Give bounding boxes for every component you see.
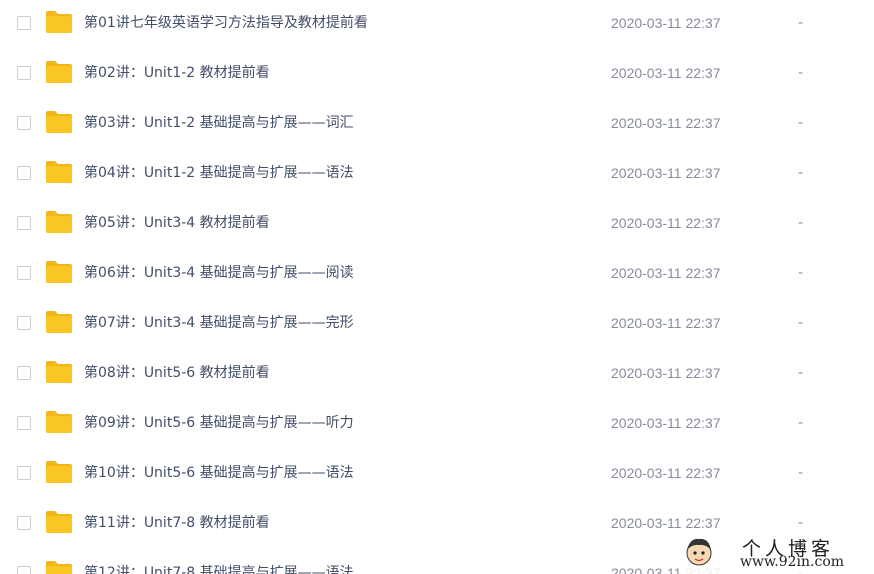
folder-icon [46,111,72,133]
folder-icon [46,61,72,83]
file-name[interactable]: 第08讲：Unit5-6 教材提前看 [84,364,270,382]
file-row[interactable]: 第08讲：Unit5-6 教材提前看 2020-03-11 22:37 - [0,350,874,400]
file-date: 2020-03-11 22:37 [611,165,721,181]
row-checkbox[interactable] [17,66,31,80]
file-row[interactable]: 第09讲：Unit5-6 基础提高与扩展——听力 2020-03-11 22:3… [0,400,874,450]
file-date: 2020-03-11 22:37 [611,65,721,81]
file-size: - [798,265,804,281]
file-row[interactable]: 第01讲七年级英语学习方法指导及教材提前看 2020-03-11 22:37 - [0,0,874,50]
file-row[interactable]: 第07讲：Unit3-4 基础提高与扩展——完形 2020-03-11 22:3… [0,300,874,350]
file-date: 2020-03-11 22:37 [611,15,721,31]
watermark-url: www.92in.com [740,554,845,570]
folder-icon [46,411,72,433]
file-size: - [798,515,804,531]
file-row[interactable]: 第03讲：Unit1-2 基础提高与扩展——词汇 2020-03-11 22:3… [0,100,874,150]
file-size: - [798,115,804,131]
avatar-icon [686,538,712,566]
file-name[interactable]: 第02讲：Unit1-2 教材提前看 [84,64,270,82]
folder-icon [46,211,72,233]
file-date: 2020-03-11 22:37 [611,515,721,531]
file-date: 2020-03-11 22:37 [611,115,721,131]
file-name[interactable]: 第04讲：Unit1-2 基础提高与扩展——语法 [84,164,354,182]
file-date: 2020-03-11 22:37 [611,465,721,481]
file-row[interactable]: 第02讲：Unit1-2 教材提前看 2020-03-11 22:37 - [0,50,874,100]
folder-icon [46,461,72,483]
file-name[interactable]: 第07讲：Unit3-4 基础提高与扩展——完形 [84,314,354,332]
file-name[interactable]: 第06讲：Unit3-4 基础提高与扩展——阅读 [84,264,354,282]
file-size: - [798,15,804,31]
file-date: 2020-03-11 22:37 [611,415,721,431]
file-name[interactable]: 第11讲：Unit7-8 教材提前看 [84,514,270,532]
file-row[interactable]: 第04讲：Unit1-2 基础提高与扩展——语法 2020-03-11 22:3… [0,150,874,200]
file-size: - [798,165,804,181]
row-checkbox[interactable] [17,166,31,180]
row-checkbox[interactable] [17,16,31,30]
folder-icon [46,311,72,333]
folder-icon [46,11,72,33]
file-size: - [798,365,804,381]
row-checkbox[interactable] [17,316,31,330]
file-name[interactable]: 第09讲：Unit5-6 基础提高与扩展——听力 [84,414,354,432]
row-checkbox[interactable] [17,516,31,530]
file-size: - [798,415,804,431]
file-name[interactable]: 第12讲：Unit7-8 基础提高与扩展——语法 [84,564,354,574]
file-size: - [798,465,804,481]
row-checkbox[interactable] [17,416,31,430]
file-date: 2020-03-11 22:37 [611,265,721,281]
row-checkbox[interactable] [17,566,31,574]
file-size: - [798,315,804,331]
folder-icon [46,261,72,283]
file-row[interactable]: 第10讲：Unit5-6 基础提高与扩展——语法 2020-03-11 22:3… [0,450,874,500]
file-date: 2020-03-11 22:37 [611,215,721,231]
file-name[interactable]: 第05讲：Unit3-4 教材提前看 [84,214,270,232]
row-checkbox[interactable] [17,366,31,380]
row-checkbox[interactable] [17,266,31,280]
folder-icon [46,361,72,383]
row-checkbox[interactable] [17,216,31,230]
row-checkbox[interactable] [17,466,31,480]
file-name[interactable]: 第10讲：Unit5-6 基础提高与扩展——语法 [84,464,354,482]
file-name[interactable]: 第01讲七年级英语学习方法指导及教材提前看 [84,14,368,32]
file-date: 2020-03-11 22:37 [611,315,721,331]
file-size: - [798,215,804,231]
folder-icon [46,511,72,533]
folder-icon [46,561,72,574]
row-checkbox[interactable] [17,116,31,130]
file-row[interactable]: 第06讲：Unit3-4 基础提高与扩展——阅读 2020-03-11 22:3… [0,250,874,300]
file-row[interactable]: 第05讲：Unit3-4 教材提前看 2020-03-11 22:37 - [0,200,874,250]
folder-icon [46,161,72,183]
file-name[interactable]: 第03讲：Unit1-2 基础提高与扩展——词汇 [84,114,354,132]
file-date: 2020-03-11 22:37 [611,365,721,381]
file-list: 第01讲七年级英语学习方法指导及教材提前看 2020-03-11 22:37 -… [0,0,874,574]
watermark: 个人博客 www.92in.com [680,532,874,574]
file-size: - [798,65,804,81]
